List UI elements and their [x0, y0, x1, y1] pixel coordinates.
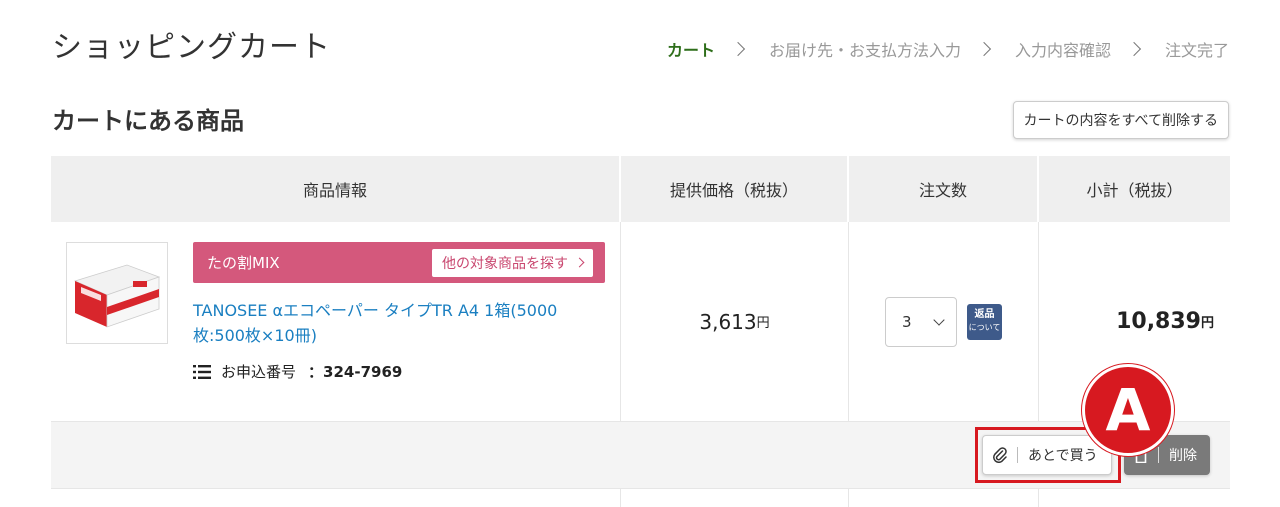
product-name-link[interactable]: TANOSEE αエコペーパー タイプTR A4 1箱(5000枚:500枚×1… — [193, 298, 605, 348]
list-icon — [193, 364, 211, 379]
header-price: 提供価格（税抜） — [621, 156, 849, 222]
button-divider — [1158, 447, 1159, 463]
section-title: カートにある商品 — [52, 107, 244, 135]
button-divider — [1017, 447, 1018, 463]
return-badge-line1: 返品 — [974, 309, 995, 320]
chevron-right-icon — [976, 41, 992, 57]
order-number: お申込番号 ：324-7969 — [193, 361, 605, 382]
price-currency: 円 — [756, 316, 770, 331]
subtotal-currency: 円 — [1200, 316, 1214, 331]
header-quantity: 注文数 — [849, 156, 1039, 222]
step-cart: カート — [666, 41, 715, 60]
table-row: たの割MIX 他の対象商品を探す TANOSEE αエコペーパー タイプTR A… — [51, 222, 1230, 422]
partial-cell — [621, 489, 849, 507]
find-other-products-link[interactable]: 他の対象商品を探す — [432, 248, 593, 277]
cart-table: 商品情報 提供価格（税抜） 注文数 小計（税抜） たの割MIX 他の対象商品を探… — [51, 156, 1230, 507]
chevron-down-icon — [933, 314, 945, 326]
page-title: ショッピングカート — [52, 30, 331, 65]
product-image[interactable] — [66, 242, 168, 344]
return-badge-line2: について — [968, 323, 1001, 332]
paperclip-icon — [983, 447, 1017, 463]
item-actions: あとで買う 削除 — [51, 422, 1230, 489]
order-number-separator: ： — [308, 363, 324, 381]
chevron-right-icon — [1126, 41, 1142, 57]
buy-later-button[interactable]: あとで買う — [982, 435, 1112, 475]
header-subtotal: 小計（税抜） — [1086, 181, 1183, 200]
partial-cell — [51, 489, 621, 507]
partial-cell — [1039, 489, 1230, 507]
return-policy-badge[interactable]: 返品 について — [967, 304, 1002, 340]
price-value: 3,613 — [699, 309, 757, 334]
partial-cell — [849, 489, 1039, 507]
order-number-value: 324-7969 — [323, 363, 403, 381]
price-cell: 3,613 円 — [621, 222, 849, 421]
step-complete: 注文完了 — [1164, 41, 1229, 60]
promo-tag-label: たの割MIX — [207, 254, 280, 272]
table-header: 商品情報 提供価格（税抜） 注文数 小計（税抜） — [51, 156, 1230, 222]
quantity-cell: 3 返品 について — [849, 222, 1039, 421]
header-product-info: 商品情報 — [51, 156, 621, 222]
quantity-select[interactable]: 3 — [885, 297, 957, 347]
product-info: たの割MIX 他の対象商品を探す TANOSEE αエコペーパー タイプTR A… — [193, 242, 605, 382]
annotation-marker: A — [1082, 364, 1174, 456]
product-cell: たの割MIX 他の対象商品を探す TANOSEE αエコペーパー タイプTR A… — [51, 222, 621, 421]
order-number-label: お申込番号 — [221, 363, 297, 381]
step-confirm: 入力内容確認 — [1014, 41, 1111, 60]
delete-label: 削除 — [1169, 448, 1197, 464]
checkout-steps: カート お届け先・お支払方法入力 入力内容確認 注文完了 — [667, 37, 1229, 61]
buy-later-label: あとで買う — [1028, 448, 1098, 464]
step-shipping-payment: お届け先・お支払方法入力 — [768, 41, 961, 60]
chevron-right-icon — [730, 41, 746, 57]
subtotal-value: 10,839 — [1116, 309, 1201, 334]
table-row-partial — [51, 489, 1230, 507]
chevron-right-icon — [574, 257, 585, 268]
quantity-value: 3 — [902, 313, 912, 331]
clear-cart-button[interactable]: カートの内容をすべて削除する — [1012, 101, 1229, 139]
promo-tag: たの割MIX 他の対象商品を探す — [193, 242, 605, 283]
find-other-products-label: 他の対象商品を探す — [442, 255, 568, 272]
